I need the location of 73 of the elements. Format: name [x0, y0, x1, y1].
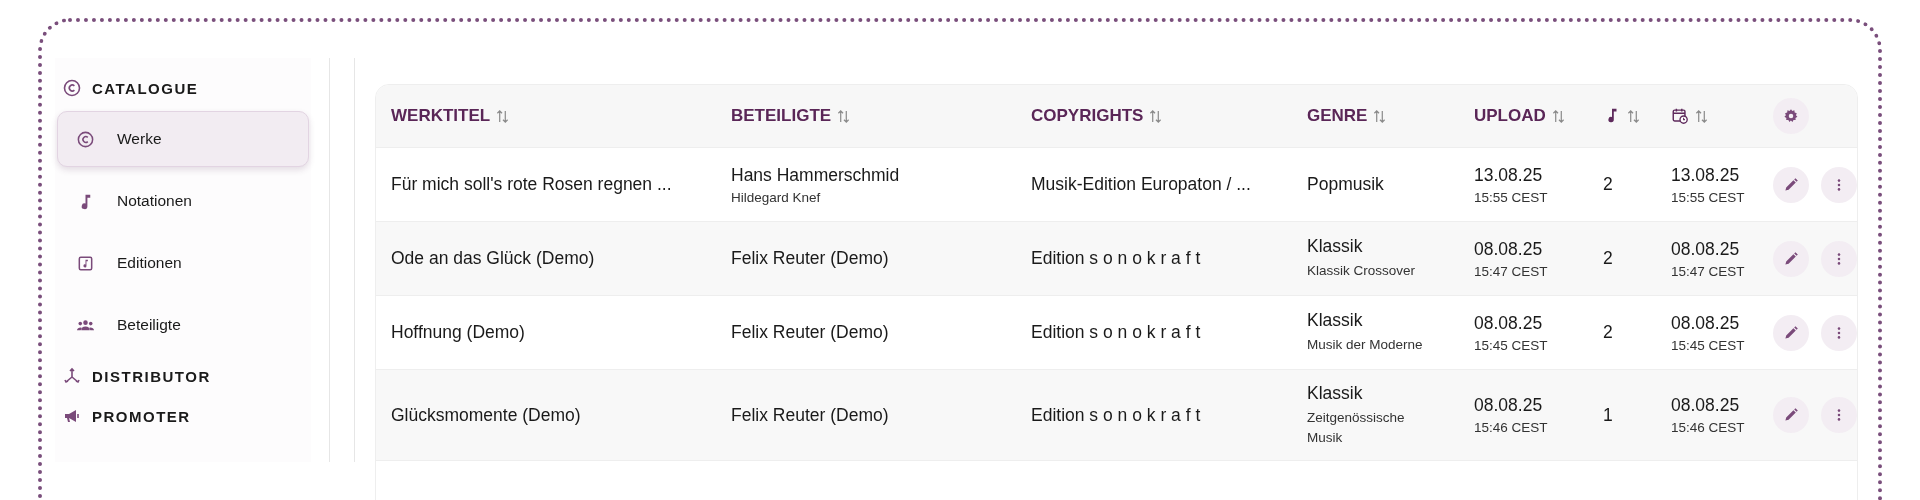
sidebar-item[interactable]: Notationen — [57, 173, 309, 229]
edit-button[interactable] — [1773, 397, 1809, 433]
table-cell-text: Klassik Crossover — [1307, 262, 1416, 281]
sort-icon[interactable] — [1149, 108, 1163, 124]
table-cell: Felix Reuter (Demo) — [731, 248, 889, 269]
table-cell: Ode an das Glück (Demo) — [391, 248, 595, 269]
pencil-icon — [1783, 324, 1799, 341]
distribution-icon — [62, 366, 82, 386]
column-header[interactable]: GENRE — [1307, 106, 1368, 126]
column-header[interactable]: COPYRIGHTS — [1031, 106, 1144, 126]
table-cell: Felix Reuter (Demo) — [731, 322, 889, 343]
sort-icon[interactable] — [1695, 108, 1708, 124]
table-cell-text: Musik der Moderne — [1307, 336, 1423, 355]
pencil-icon — [1783, 250, 1799, 267]
settings-icon — [1783, 108, 1799, 124]
copyright-icon — [76, 129, 95, 149]
edit-button[interactable] — [1773, 166, 1809, 203]
table-cell: Popmusik — [1307, 174, 1384, 195]
settings-button[interactable] — [1773, 98, 1809, 134]
table-cell: 2 — [1603, 322, 1613, 343]
sidebar-item[interactable]: Werke — [57, 111, 309, 167]
table-cell: 1 — [1603, 404, 1613, 426]
table-cell: Edition s o n o k r a f t — [1031, 404, 1201, 426]
table-cell: Klassik — [1307, 310, 1363, 332]
column-header[interactable]: WERKTITEL — [391, 106, 491, 126]
table-cell: 2 — [1603, 174, 1613, 195]
table-cell: 15:55 CEST — [1474, 189, 1548, 205]
table-cell: Edition s o n o k r a f t — [1031, 248, 1201, 269]
table-cell: 15:45 CEST — [1474, 337, 1548, 353]
edit-button[interactable] — [1773, 240, 1809, 277]
table-cell: 08.08.25 — [1474, 395, 1543, 416]
table-cell: 08.08.25 — [1474, 312, 1543, 334]
column-header[interactable]: BETEILIGTE — [731, 106, 832, 126]
table-cell: Hildegard Knef — [731, 189, 821, 205]
table-cell: 15:46 CEST — [1671, 420, 1745, 435]
section-heading[interactable]: DISTRIBUTOR — [92, 367, 211, 385]
table-cell: Klassik — [1307, 236, 1363, 258]
section-heading[interactable]: CATALOGUE — [92, 79, 199, 97]
sort-icon[interactable] — [496, 108, 510, 124]
pencil-icon — [1783, 407, 1799, 423]
table-cell: 15:47 CEST — [1474, 263, 1548, 279]
table-cell: Klassik — [1307, 382, 1363, 404]
sidebar-item[interactable]: Editionen — [57, 235, 309, 291]
table-cell: 15:46 CEST — [1474, 420, 1548, 435]
table-cell-text: Zeitgenössische Musik — [1307, 408, 1406, 447]
table-cell: 08.08.25 — [1671, 312, 1740, 334]
table-cell: Felix Reuter (Demo) — [731, 404, 889, 426]
pencil-icon — [1783, 176, 1799, 193]
table-cell: 15:45 CEST — [1671, 337, 1745, 353]
section-heading[interactable]: PROMOTER — [92, 407, 191, 425]
sort-icon[interactable] — [1627, 108, 1640, 124]
table-cell: Hoffnung (Demo) — [391, 322, 525, 343]
table-cell: 15:55 CEST — [1671, 189, 1745, 205]
table-cell: Für mich soll's rote Rosen regnen ... — [391, 174, 672, 195]
table-cell: 08.08.25 — [1671, 238, 1740, 260]
copyright-icon — [62, 78, 82, 98]
table-cell: Hans Hammerschmid — [731, 164, 900, 186]
table-cell: Musik-Edition Europaton / ... — [1031, 174, 1251, 195]
table-cell: 08.08.25 — [1671, 395, 1740, 416]
table-cell: 13.08.25 — [1671, 164, 1740, 186]
edit-button[interactable] — [1773, 314, 1809, 351]
table-cell: 08.08.25 — [1474, 238, 1543, 260]
table-cell: Edition s o n o k r a f t — [1031, 322, 1201, 343]
sidebar-item[interactable]: Beteiligte — [57, 297, 309, 353]
calendar-clock-icon — [1671, 107, 1689, 125]
table-cell: 15:47 CEST — [1671, 263, 1745, 279]
table-cell: Glücksmomente (Demo) — [391, 404, 581, 426]
column-header[interactable]: UPLOAD — [1474, 106, 1546, 126]
table-cell: 2 — [1603, 248, 1613, 269]
sort-icon[interactable] — [837, 108, 851, 124]
sort-icon[interactable] — [1373, 108, 1387, 124]
table-cell: 13.08.25 — [1474, 164, 1543, 186]
sort-icon[interactable] — [1551, 108, 1565, 124]
